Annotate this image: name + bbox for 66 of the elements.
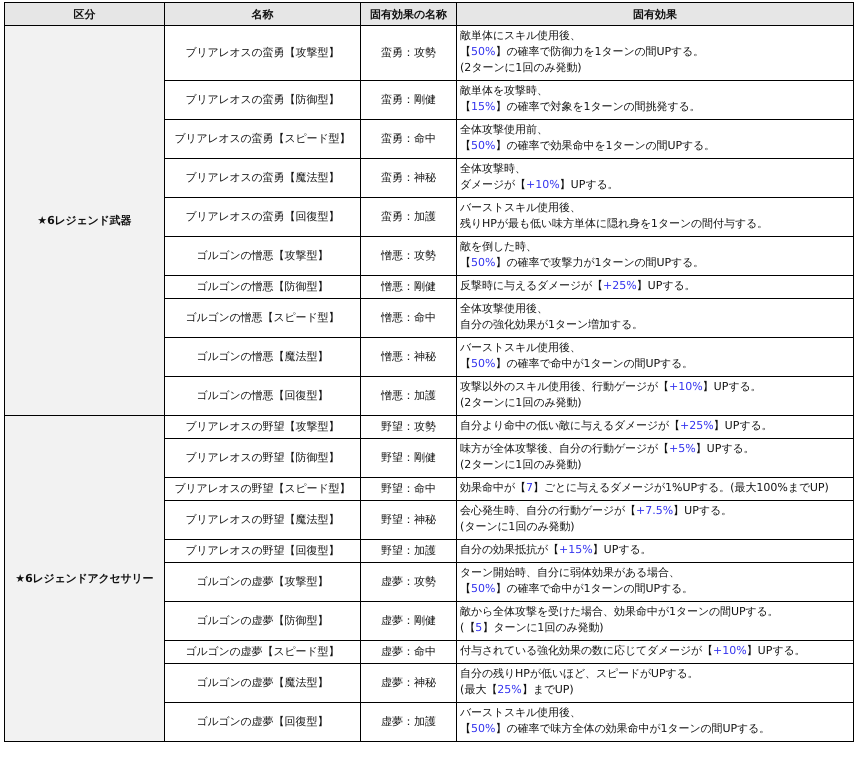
table-cell: 野望：神秘 (360, 500, 456, 540)
category-cell: ★6レジェンド武器 (4, 26, 164, 416)
table-cell: 自分より命中の低い敵に与えるダメージが【+25%】UPする。 (456, 416, 854, 438)
column-header: 名称 (164, 2, 360, 26)
table-cell: 敵から全体攻撃を受けた場合、効果命中が1ターンの間UPする。 (【5】ターンに1回のみ発動) (456, 602, 854, 640)
table-cell: ゴルゴンの憎悪【スピード型】 (164, 298, 360, 338)
table-cell: 憎悪：加護 (360, 376, 456, 416)
table-cell: ゴルゴンの虚夢【回復型】 (164, 702, 360, 742)
category-cell: ★6レジェンドアクセサリー (4, 416, 164, 742)
table-cell: 虚夢：加護 (360, 702, 456, 742)
table-cell: ゴルゴンの虚夢【スピード型】 (164, 640, 360, 664)
table-cell: 敵単体を攻撃時、 【15%】の確率で対象を1ターンの間挑発する。 (456, 80, 854, 120)
table-cell: ブリアレオスの野望【スピード型】 (164, 478, 360, 500)
table-cell: 野望：加護 (360, 540, 456, 562)
table-cell: ブリアレオスの蛮勇【回復型】 (164, 198, 360, 236)
table-cell: 蛮勇：剛健 (360, 80, 456, 120)
table-cell: 野望：攻勢 (360, 416, 456, 438)
table-cell: 憎悪：攻勢 (360, 236, 456, 276)
table-cell: 会心発生時、自分の行動ゲージが【+7.5%】UPする。 (ターンに1回のみ発動) (456, 500, 854, 540)
table-cell: 蛮勇：攻勢 (360, 26, 456, 80)
table-cell: 味方が全体攻撃後、自分の行動ゲージが【+5%】UPする。 (2ターンに1回のみ発動) (456, 438, 854, 478)
table-cell: ゴルゴンの憎悪【魔法型】 (164, 338, 360, 376)
table-cell: ゴルゴンの憎悪【回復型】 (164, 376, 360, 416)
table-cell: ブリアレオスの蛮勇【スピード型】 (164, 120, 360, 158)
table-cell: 蛮勇：加護 (360, 198, 456, 236)
table-cell: ゴルゴンの虚夢【防御型】 (164, 602, 360, 640)
table-cell: 憎悪：命中 (360, 298, 456, 338)
table-cell: 野望：命中 (360, 478, 456, 500)
table-cell: ブリアレオスの野望【攻撃型】 (164, 416, 360, 438)
table-cell: 効果命中が【7】ごとに与えるダメージが1%UPする。(最大100%までUP) (456, 478, 854, 500)
table-cell: 憎悪：剛健 (360, 276, 456, 298)
table-cell: 蛮勇：命中 (360, 120, 456, 158)
table-cell: 野望：剛健 (360, 438, 456, 478)
table-cell: 憎悪：神秘 (360, 338, 456, 376)
table-cell: ブリアレオスの野望【防御型】 (164, 438, 360, 478)
table-cell: ゴルゴンの憎悪【防御型】 (164, 276, 360, 298)
table-cell: ブリアレオスの野望【回復型】 (164, 540, 360, 562)
table-cell: ブリアレオスの蛮勇【防御型】 (164, 80, 360, 120)
table-cell: 蛮勇：神秘 (360, 158, 456, 198)
table-cell: 反撃時に与えるダメージが【+25%】UPする。 (456, 276, 854, 298)
table-cell: バーストスキル使用後、 【50%】の確率で味方全体の効果命中が1ターンの間UPする。 (456, 702, 854, 742)
table-cell: 全体攻撃使用前、 【50%】の確率で効果命中を1ターンの間UPする。 (456, 120, 854, 158)
table-cell: ブリアレオスの蛮勇【攻撃型】 (164, 26, 360, 80)
table-cell: 全体攻撃時、 ダメージが【+10%】UPする。 (456, 158, 854, 198)
table-cell: 攻撃以外のスキル使用後、行動ゲージが【+10%】UPする。 (2ターンに1回のみ発動) (456, 376, 854, 416)
table-cell: 虚夢：攻勢 (360, 562, 456, 602)
table-cell: ターン開始時、自分に弱体効果がある場合、 【50%】の確率で命中が1ターンの間UPする。 (456, 562, 854, 602)
table-cell: 敵を倒した時、 【50%】の確率で攻撃力が1ターンの間UPする。 (456, 236, 854, 276)
table-cell: ブリアレオスの野望【魔法型】 (164, 500, 360, 540)
table-cell: 虚夢：剛健 (360, 602, 456, 640)
table-cell: 虚夢：命中 (360, 640, 456, 664)
column-header: 固有効果の名称 (360, 2, 456, 26)
table-cell: 付与されている強化効果の数に応じてダメージが【+10%】UPする。 (456, 640, 854, 664)
table-cell: バーストスキル使用後、 残りHPが最も低い味方単体に隠れ身を1ターンの間付与する。 (456, 198, 854, 236)
table-cell: 自分の効果抵抗が【+15%】UPする。 (456, 540, 854, 562)
table-cell: ゴルゴンの憎悪【攻撃型】 (164, 236, 360, 276)
table-cell: ブリアレオスの蛮勇【魔法型】 (164, 158, 360, 198)
table-cell: 全体攻撃使用後、 自分の強化効果が1ターン増加する。 (456, 298, 854, 338)
table-cell: 敵単体にスキル使用後、 【50%】の確率で防御力を1ターンの間UPする。 (2ターンに1回のみ発動) (456, 26, 854, 80)
table-cell: ゴルゴンの虚夢【攻撃型】 (164, 562, 360, 602)
table-cell: バーストスキル使用後、 【50%】の確率で命中が1ターンの間UPする。 (456, 338, 854, 376)
column-header: 区分 (4, 2, 164, 26)
table-cell: 虚夢：神秘 (360, 664, 456, 702)
table-cell: 自分の残りHPが低いほど、スピードがUPする。 (最大【25%】までUP) (456, 664, 854, 702)
table-cell: ゴルゴンの虚夢【魔法型】 (164, 664, 360, 702)
column-header: 固有効果 (456, 2, 854, 26)
